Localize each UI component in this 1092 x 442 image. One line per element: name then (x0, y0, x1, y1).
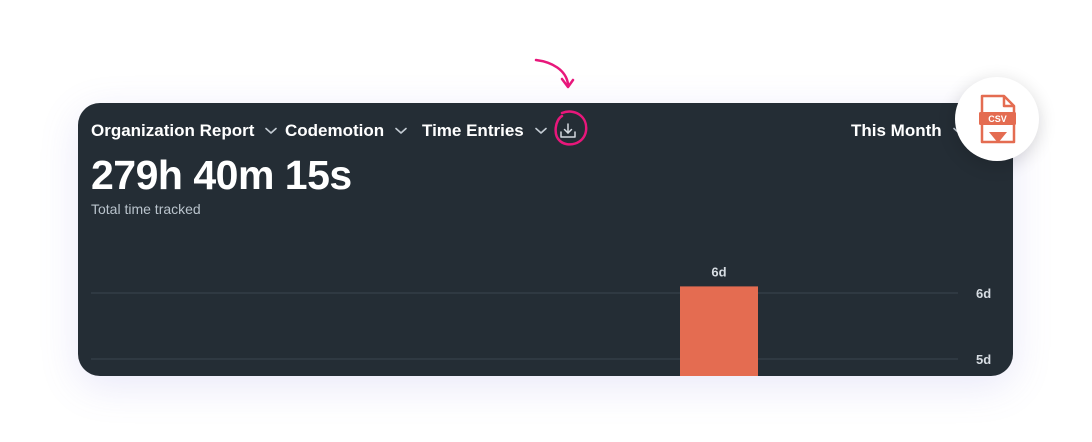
csv-export-badge[interactable]: CSV (955, 77, 1039, 161)
y-tick-5d: 5d (976, 352, 991, 367)
csv-file-icon: CSV (979, 94, 1016, 144)
annotation-arrow (534, 58, 570, 86)
time-bar-chart: 6d 5d 6d (91, 264, 991, 376)
bar-value-label: 6d (711, 264, 726, 279)
annotation-arrowhead (560, 77, 575, 89)
report-card: Organization Report Codemotion Time Entr… (78, 103, 1013, 376)
app-stage: Organization Report Codemotion Time Entr… (0, 0, 1092, 442)
csv-label: CSV (988, 114, 1007, 124)
y-tick-6d: 6d (976, 286, 991, 301)
chart-bar[interactable] (680, 286, 758, 376)
